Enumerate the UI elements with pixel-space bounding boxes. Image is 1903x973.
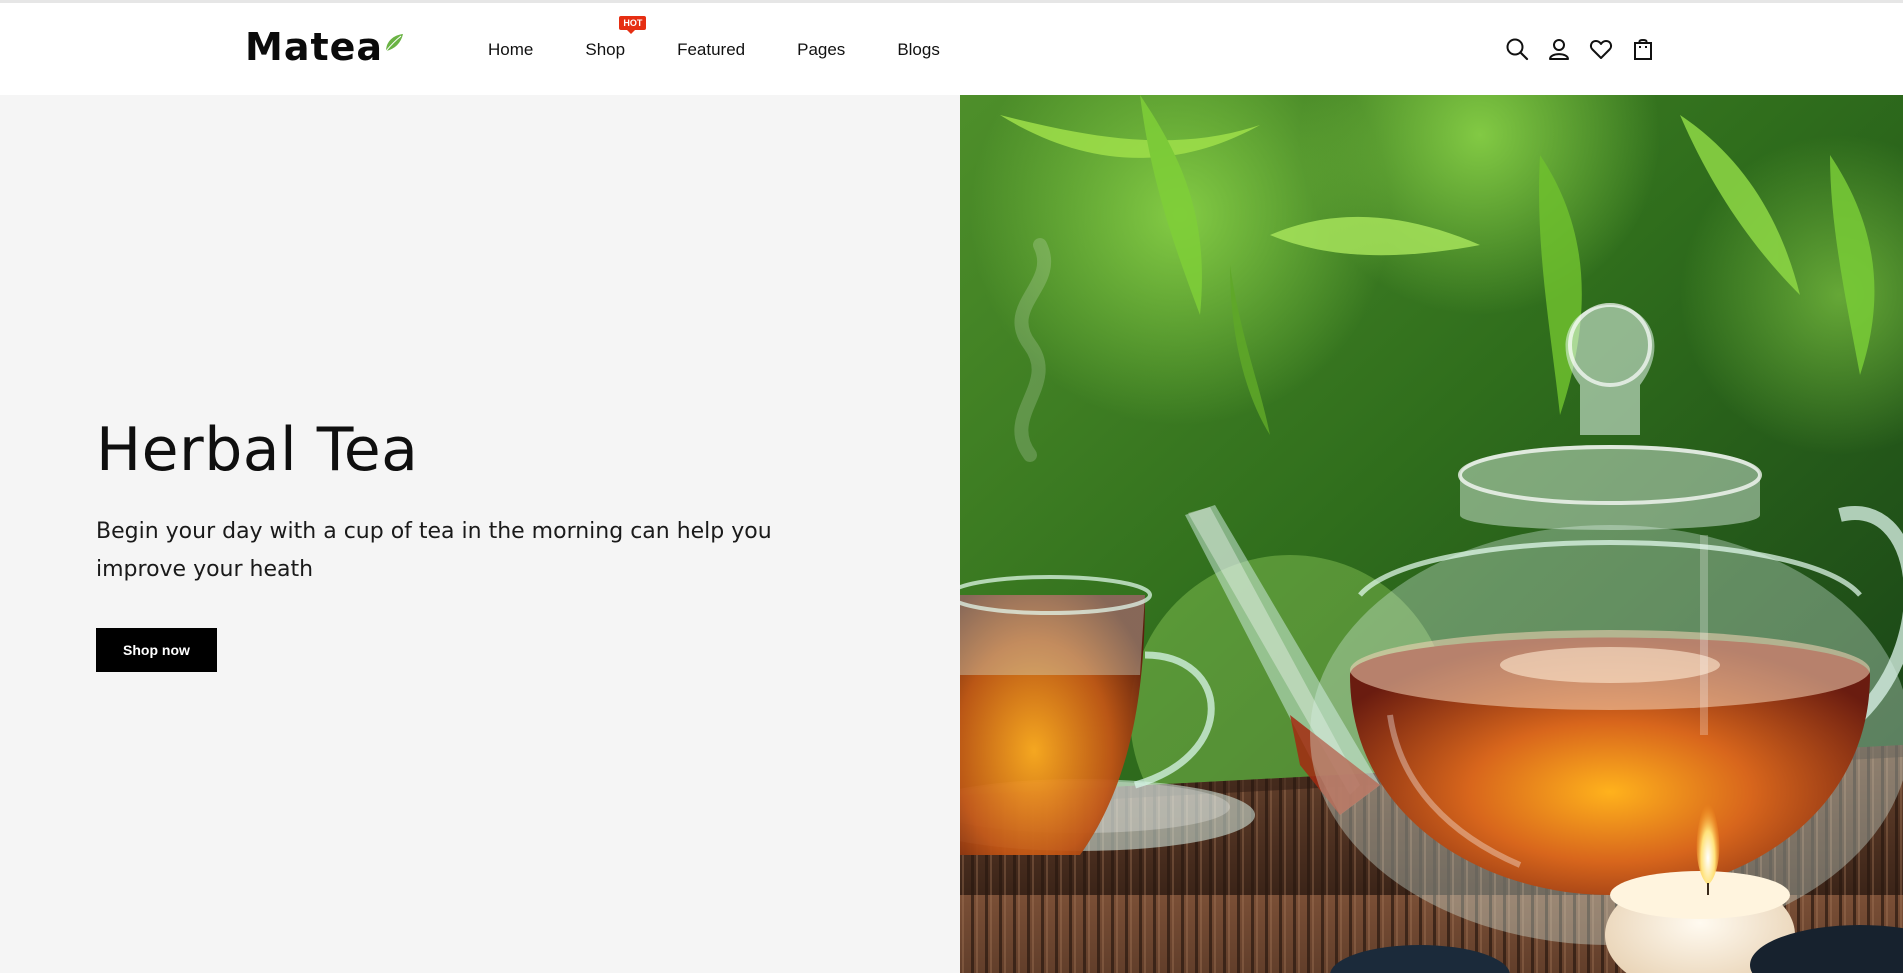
brand-logo[interactable]: Matea bbox=[245, 25, 404, 69]
nav-item-blogs[interactable]: Blogs bbox=[897, 40, 940, 60]
wishlist-button[interactable] bbox=[1588, 36, 1614, 62]
nav-item-shop[interactable]: Shop HOT bbox=[585, 16, 647, 60]
cart-button[interactable] bbox=[1630, 36, 1656, 62]
leaf-icon bbox=[385, 34, 404, 52]
nav-item-pages[interactable]: Pages bbox=[797, 40, 845, 60]
main-nav: Home Shop HOT Featured Pages Blogs bbox=[488, 16, 940, 60]
search-button[interactable] bbox=[1504, 36, 1530, 62]
hot-badge: HOT bbox=[619, 16, 647, 34]
shop-now-button[interactable]: Shop now bbox=[96, 628, 217, 672]
heart-icon bbox=[1589, 40, 1613, 59]
nav-item-label: Home bbox=[488, 40, 534, 59]
hero-section: Herbal Tea Begin your day with a cup of … bbox=[0, 95, 1903, 973]
hero-image-teapot bbox=[960, 95, 1903, 973]
shopping-bag-icon bbox=[1634, 39, 1652, 60]
user-icon bbox=[1549, 39, 1569, 60]
brand-name: Matea bbox=[245, 25, 384, 69]
hero-content: Herbal Tea Begin your day with a cup of … bbox=[0, 95, 960, 973]
header-actions bbox=[1504, 36, 1656, 62]
nav-item-label: Pages bbox=[797, 40, 846, 59]
search-icon bbox=[1506, 38, 1529, 61]
teapot-illustration bbox=[960, 95, 1903, 973]
site-header: Matea Home Shop HOT Featured Pages Blogs bbox=[0, 3, 1903, 95]
account-button[interactable] bbox=[1546, 36, 1572, 62]
hero-description: Begin your day with a cup of tea in the … bbox=[96, 519, 772, 582]
nav-item-label: Blogs bbox=[897, 40, 940, 59]
nav-item-home[interactable]: Home bbox=[488, 40, 533, 60]
hero-title: Herbal Tea bbox=[96, 415, 419, 485]
nav-item-label: Shop bbox=[585, 40, 626, 59]
nav-item-label: Featured bbox=[677, 40, 746, 59]
nav-item-featured[interactable]: Featured bbox=[677, 40, 745, 60]
